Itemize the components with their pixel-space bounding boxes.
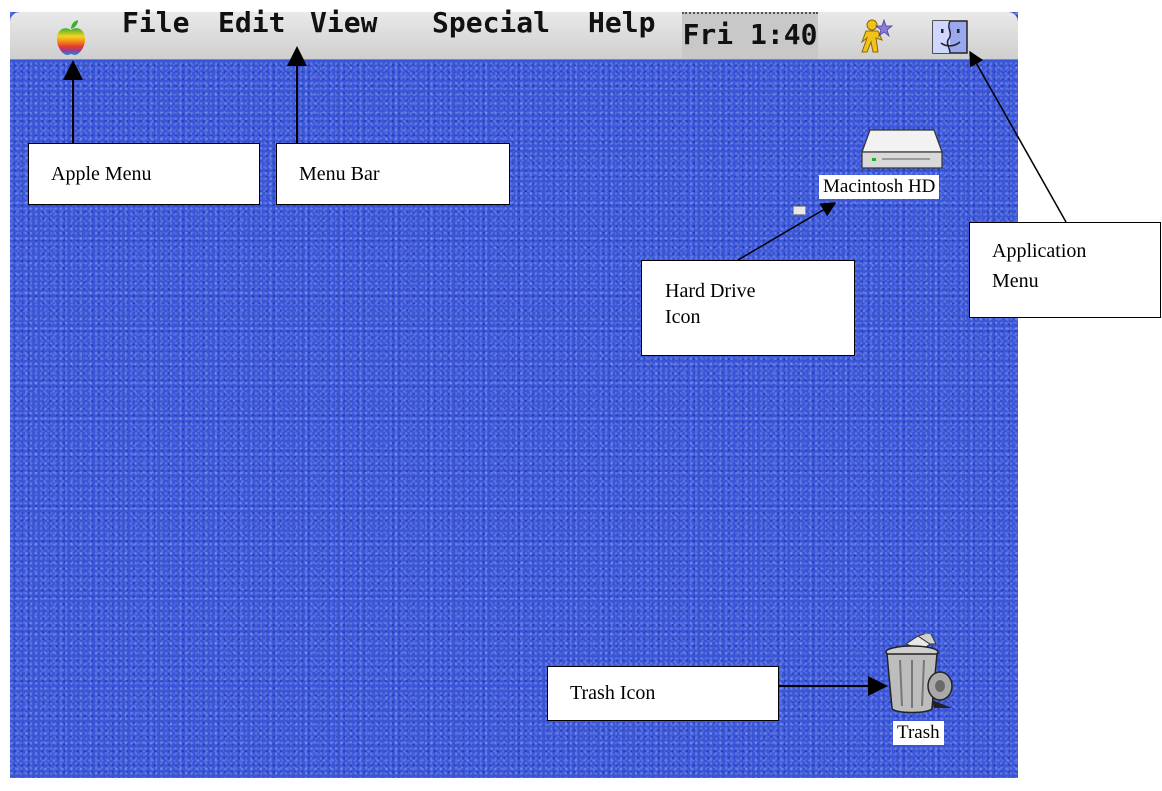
arrow-application-menu — [969, 50, 1067, 223]
annotation-arrows — [63, 46, 1067, 696]
arrow-hard-drive — [737, 202, 837, 261]
